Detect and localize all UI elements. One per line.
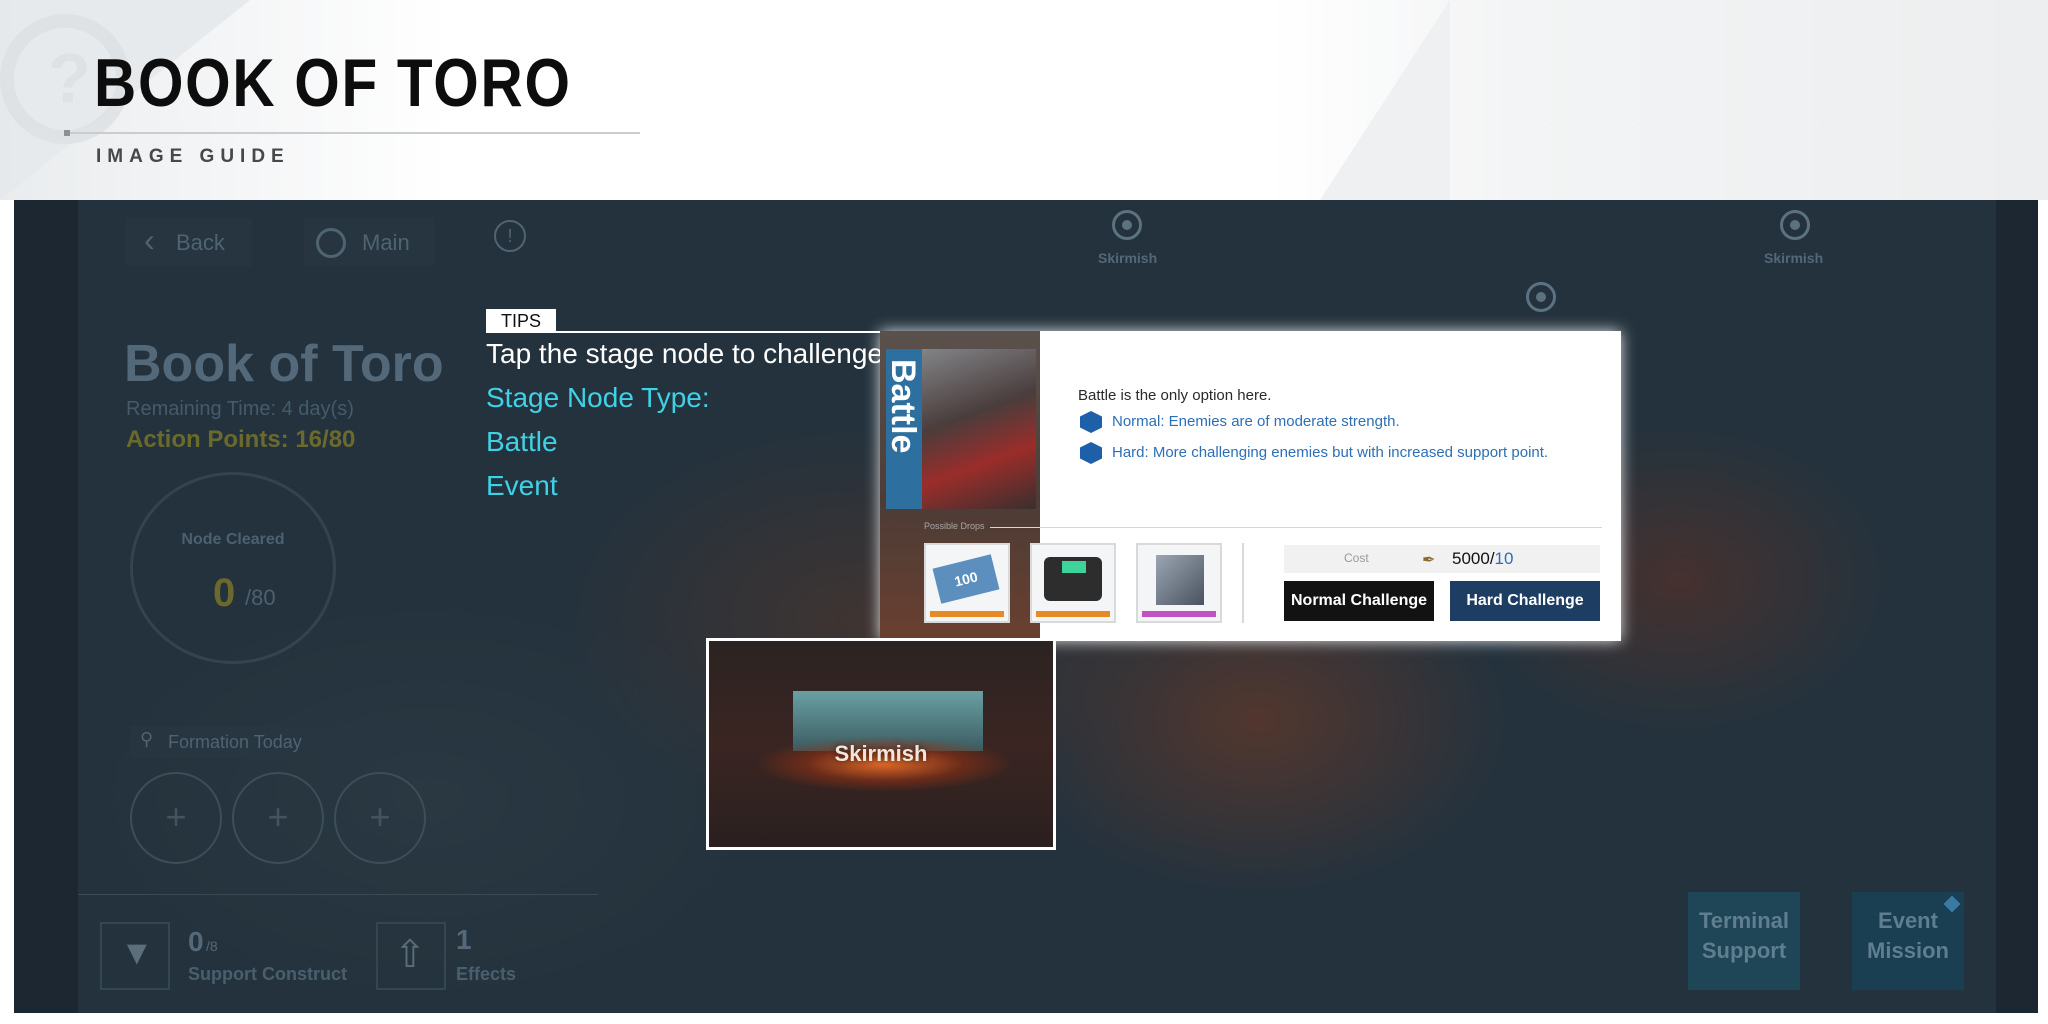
skirmish-node-card[interactable]: Skirmish	[706, 638, 1056, 850]
action-points: Action Points: 16/80	[126, 426, 356, 453]
terminal-support-label: Terminal Support	[1698, 908, 1790, 963]
formation-label: Formation Today	[168, 732, 302, 752]
support-max: /8	[206, 938, 218, 954]
support-label: Support Construct	[188, 964, 347, 984]
battle-vertical-tag: Battle	[884, 349, 922, 509]
event-mission-button[interactable]: Event Mission	[1852, 892, 1964, 990]
cost-current: 5000/	[1452, 549, 1495, 568]
guide-subtitle: IMAGE GUIDE	[96, 146, 290, 167]
cost-total: 10	[1494, 549, 1514, 568]
possible-drops-label: Possible Drops	[924, 521, 985, 531]
rarity-bar	[1142, 611, 1216, 617]
cost-label: Cost	[1344, 551, 1369, 565]
map-node-label: Skirmish	[1764, 250, 1824, 266]
node-cleared-label: Node Cleared	[181, 531, 285, 548]
chevron-left-icon: ‹	[144, 222, 155, 258]
map-node-icon[interactable]	[1526, 282, 1556, 312]
search-icon: ⚲	[140, 729, 154, 749]
hard-difficulty-row: Hard: More challenging enemies but with …	[1080, 442, 1548, 464]
formation-slot-3[interactable]: +	[334, 772, 426, 864]
skirmish-label: Skirmish	[834, 741, 928, 766]
possible-drops-divider	[990, 527, 1602, 528]
pen-icon: ✒	[1422, 552, 1436, 569]
node-cleared-ring: Node Cleared 0 /80	[130, 472, 336, 664]
hexagon-icon	[1080, 411, 1102, 433]
home-circle-icon	[316, 228, 346, 258]
back-button[interactable]: ‹ Back	[126, 218, 252, 266]
guide-divider-dot	[64, 130, 70, 136]
back-button-label: Back	[176, 230, 225, 255]
drop-item-ticket[interactable]: 100	[924, 543, 1010, 623]
map-node-label: Skirmish	[1098, 250, 1158, 266]
cost-value: 5000/10	[1452, 549, 1513, 569]
effects-label: Effects	[456, 964, 517, 984]
drop-item-device[interactable]	[1030, 543, 1116, 623]
node-cleared-total: /80	[245, 585, 276, 610]
map-node-icon[interactable]	[1112, 210, 1142, 240]
drop-list-edge	[1242, 543, 1248, 623]
terminal-support-button[interactable]: Terminal Support	[1688, 892, 1800, 990]
tips-node-type-heading: Stage Node Type:	[486, 382, 710, 413]
main-button[interactable]: Main	[304, 218, 434, 266]
tips-node-type-event: Event	[486, 470, 558, 501]
battle-vertical-label: Battle	[884, 359, 922, 454]
formation-slot-1[interactable]: +	[130, 772, 222, 864]
tips-divider	[486, 331, 886, 333]
normal-difficulty-row: Normal: Enemies are of moderate strength…	[1080, 411, 1400, 433]
formation-bar[interactable]: ⚲ Formation Today	[130, 726, 426, 758]
battle-node-card: Battle Battle is the only option here. N…	[880, 331, 1621, 641]
remaining-time: Remaining Time: 4 day(s)	[126, 398, 354, 420]
effects-icon[interactable]: ⇧	[376, 922, 446, 990]
hard-difficulty-text: Hard: More challenging enemies but with …	[1112, 443, 1549, 461]
main-button-label: Main	[362, 230, 410, 255]
guide-title: BOOK OF TORO	[94, 45, 572, 121]
device-light-icon	[1062, 561, 1086, 573]
event-title: Book of Toro	[124, 335, 444, 393]
hard-challenge-button[interactable]: Hard Challenge	[1450, 581, 1600, 621]
rarity-bar	[930, 611, 1004, 617]
cost-row: Cost ✒ 5000/10	[1284, 545, 1600, 573]
battle-description: Battle is the only option here.	[1078, 387, 1272, 404]
effects-value: 1	[456, 924, 472, 955]
module-icon	[1156, 555, 1204, 605]
drop-item-module[interactable]	[1136, 543, 1222, 623]
tips-node-type-battle: Battle	[486, 426, 558, 457]
tips-badge: TIPS	[486, 309, 556, 333]
up-arrows-icon: ⇧	[394, 934, 426, 976]
guide-header-decoration	[1320, 0, 1450, 200]
guide-divider	[66, 132, 640, 134]
rarity-bar	[1036, 611, 1110, 617]
tips-instruction: Tap the stage node to challenge.	[486, 338, 891, 369]
formation-slot-2[interactable]: +	[232, 772, 324, 864]
map-node-icon[interactable]	[1780, 210, 1810, 240]
ticket-icon: 100	[932, 554, 1000, 604]
event-mission-label: Event Mission	[1867, 908, 1949, 963]
normal-challenge-button[interactable]: Normal Challenge	[1284, 581, 1434, 621]
hexagon-icon	[1080, 442, 1102, 464]
node-cleared-value: 0	[213, 571, 236, 615]
support-value: 0	[188, 926, 204, 957]
support-arrow-icon: ▼	[120, 934, 154, 972]
normal-difficulty-text: Normal: Enemies are of moderate strength…	[1112, 412, 1400, 430]
info-icon[interactable]: !	[494, 220, 526, 252]
bottom-divider	[78, 894, 598, 895]
support-construct-icon[interactable]: ▼	[100, 922, 170, 990]
